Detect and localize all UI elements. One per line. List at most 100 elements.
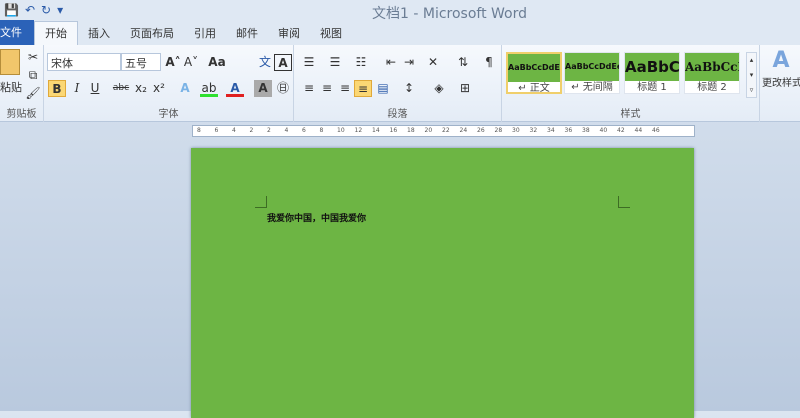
paragraph-group: ☰ ☰ ☷ ⇤ ⇥ ✕ ⇅ ¶ ≡ ≡ ≡ ≡ ▤ ↕ ◈ ⊞ 段落 <box>294 45 502 122</box>
ruler-tick-label: 6 <box>214 127 219 134</box>
shrink-font-button[interactable]: A˅ <box>182 54 200 71</box>
align-right-icon[interactable]: ≡ <box>336 80 354 97</box>
paragraph-label: 段落 <box>387 109 408 120</box>
grow-font-button[interactable]: A˄ <box>164 54 182 71</box>
copy-icon[interactable]: ⧉ <box>24 67 42 84</box>
subscript-button[interactable]: x₂ <box>132 80 150 97</box>
margin-mark-right <box>618 196 630 208</box>
tab-review[interactable]: 审阅 <box>268 22 310 45</box>
ruler-tick-label: 18 <box>407 127 415 134</box>
window-title: 文档1 - Microsoft Word <box>372 6 528 22</box>
ruler-tick-label: 2 <box>249 127 254 134</box>
ruler-tick-label: 8 <box>197 127 201 134</box>
styles-group: AaBbCcDdEe ↵ 正文 AaBbCcDdEe ↵ 无间隔 AaBbC 标题 1… <box>502 45 760 122</box>
ruler-tick-label: 2 <box>267 127 271 134</box>
paste-button[interactable]: 粘贴 <box>0 79 22 95</box>
ruler-tick-label: 28 <box>494 127 503 134</box>
change-case-button[interactable]: Aa <box>206 54 228 71</box>
strikethrough-button[interactable]: abc <box>110 80 132 97</box>
decrease-indent-icon[interactable]: ⇤ <box>382 54 400 71</box>
show-marks-icon[interactable]: ¶ <box>480 54 498 71</box>
ruler-tick-label: 4 <box>284 127 289 134</box>
borders-icon[interactable]: ⊞ <box>456 80 474 97</box>
font-label: 字体 <box>158 109 179 120</box>
ruler-tick-label: 46 <box>652 127 660 134</box>
ruler-tick-label: 12 <box>354 127 363 134</box>
ribbon: 粘贴 ✂ ⧉ 🖌 剪贴板 宋体 五号 A˄ A˅ Aa 文 A B I U ab… <box>0 45 800 122</box>
ruler-tick-label: 24 <box>459 127 468 134</box>
justify-icon[interactable]: ≡ <box>354 80 372 97</box>
highlight-icon[interactable]: ab <box>200 80 218 97</box>
distributed-icon[interactable]: ▤ <box>374 80 392 97</box>
ruler-tick-label: 34 <box>547 127 555 134</box>
ruler-tick-label: 40 <box>599 127 608 134</box>
char-shading-button[interactable]: A <box>254 80 272 97</box>
clipboard-group: 粘贴 ✂ ⧉ 🖌 剪贴板 <box>0 45 44 122</box>
style-normal[interactable]: AaBbCcDdEe ↵ 正文 <box>506 52 562 94</box>
ruler-tick-label: 44 <box>634 127 643 134</box>
style-heading-2[interactable]: AaBbCcI 标题 2 <box>684 52 740 94</box>
underline-button[interactable]: U <box>86 80 104 97</box>
font-size-select[interactable]: 五号 <box>121 53 161 71</box>
ruler-tick-label: 36 <box>564 127 573 134</box>
styles-scroll[interactable]: ▴ ▾ ▿ <box>746 52 757 98</box>
tab-file[interactable]: 文件 <box>0 20 34 45</box>
clipboard-label: 剪贴板 <box>6 109 37 120</box>
align-center-icon[interactable]: ≡ <box>318 80 336 97</box>
font-color-icon[interactable]: A <box>226 80 244 97</box>
sort-icon[interactable]: ⇅ <box>454 54 472 71</box>
ruler-tick-label: 30 <box>512 127 520 134</box>
ruler-tick-label: 32 <box>529 127 538 134</box>
bullets-icon[interactable]: ☰ <box>300 54 318 71</box>
increase-indent-icon[interactable]: ⇥ <box>400 54 418 71</box>
tab-references[interactable]: 引用 <box>184 22 226 45</box>
align-left-icon[interactable]: ≡ <box>300 80 318 97</box>
format-painter-icon[interactable]: 🖌 <box>24 85 42 102</box>
horizontal-ruler[interactable]: 8 6 4 2 2 4 6 8 10 12 14 16 18 20 22 24 26 28 30 32 34 36 38 40… <box>192 125 695 137</box>
text-effects-icon[interactable]: A <box>176 80 194 97</box>
change-styles-button[interactable]: A 更改样式 <box>762 48 800 89</box>
italic-button[interactable]: I <box>68 80 86 97</box>
font-group: 宋体 五号 A˄ A˅ Aa 文 A B I U abc x₂ x² A ab … <box>44 45 294 122</box>
char-border-button[interactable]: A <box>274 54 292 71</box>
ruler-tick-label: 10 <box>337 127 345 134</box>
save-icon[interactable]: 💾 <box>4 3 19 17</box>
style-heading-1[interactable]: AaBbC 标题 1 <box>624 52 680 94</box>
ruler-tick-label: 6 <box>302 127 306 134</box>
shading-icon[interactable]: ◈ <box>430 80 448 97</box>
multilevel-list-icon[interactable]: ☷ <box>352 54 370 71</box>
phonetic-guide-button[interactable]: 文 <box>256 54 274 71</box>
numbering-icon[interactable]: ☰ <box>326 54 344 71</box>
document-text[interactable]: 我爱你中国，中国我爱你 <box>267 211 366 224</box>
ruler-tick-label: 14 <box>372 127 380 134</box>
enclose-char-icon[interactable]: ㊐ <box>274 80 292 97</box>
ruler-tick-label: 16 <box>389 127 398 134</box>
font-name-select[interactable]: 宋体 <box>47 53 121 71</box>
ruler-tick-label: 26 <box>477 127 485 134</box>
line-spacing-icon[interactable]: ↕ <box>400 80 418 97</box>
ruler-tick-label: 8 <box>319 127 324 134</box>
ribbon-tabs: 文件 开始 插入 页面布局 引用 邮件 审阅 视图 <box>0 20 800 45</box>
ruler-tick-label: 22 <box>442 127 450 134</box>
ruler-tick-label: 38 <box>582 127 590 134</box>
tab-view[interactable]: 视图 <box>310 22 352 45</box>
document-page[interactable]: 我爱你中国，中国我爱你 <box>191 148 694 418</box>
ruler-tick-label: 4 <box>232 127 236 134</box>
tab-home[interactable]: 开始 <box>34 21 78 45</box>
style-no-spacing[interactable]: AaBbCcDdEe ↵ 无间隔 <box>564 52 620 94</box>
change-styles-icon: A <box>772 48 790 73</box>
paste-icon[interactable] <box>0 49 20 75</box>
tab-mailings[interactable]: 邮件 <box>226 22 268 45</box>
undo-icon[interactable]: ↶ <box>25 3 35 17</box>
bold-button[interactable]: B <box>48 80 66 97</box>
tab-insert[interactable]: 插入 <box>78 22 120 45</box>
customize-qat-icon[interactable]: ▾ <box>57 3 63 17</box>
chinese-layout-icon[interactable]: ✕ <box>424 54 442 71</box>
superscript-button[interactable]: x² <box>150 80 168 97</box>
quick-access-toolbar: 💾 ↶ ↻ ▾ <box>4 3 63 17</box>
tab-page-layout[interactable]: 页面布局 <box>120 22 184 45</box>
ruler-tick-label: 42 <box>617 127 625 134</box>
redo-icon[interactable]: ↻ <box>41 3 51 17</box>
ruler-tick-label: 20 <box>424 127 433 134</box>
cut-icon[interactable]: ✂ <box>24 49 42 66</box>
